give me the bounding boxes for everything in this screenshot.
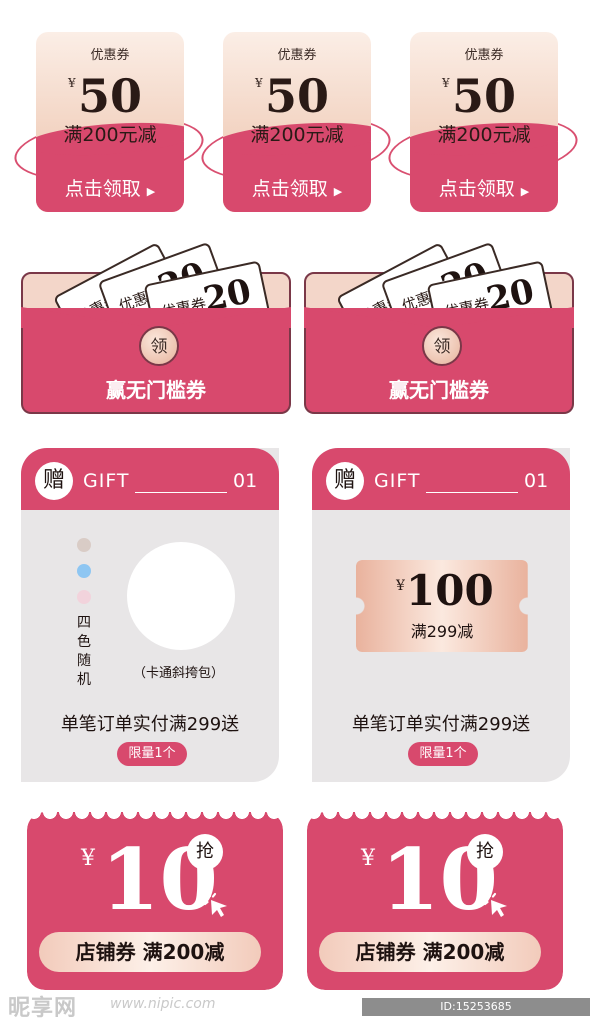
coupon-card-3[interactable]: 优惠券 ¥ 50 满200元减 点击领取 ▶	[385, 32, 581, 212]
product-caption: （卡通斜挎包）	[133, 666, 225, 681]
cursor-click-icon	[481, 890, 507, 917]
store-coupon-text: 店铺券 满200减	[319, 932, 541, 972]
coupon-label: 优惠券	[277, 48, 317, 63]
cursor-click-icon	[201, 890, 227, 917]
play-arrow-icon: ▶	[146, 185, 156, 198]
coupon-condition: 满200元减	[63, 124, 157, 146]
play-arrow-icon: ▶	[333, 185, 343, 198]
coupon-label: 优惠券	[464, 48, 504, 63]
coupon-amount: 50	[265, 69, 330, 123]
mini-coupon-amount: 100	[406, 566, 494, 615]
product-image-placeholder	[127, 542, 235, 650]
claim-button-label: 点击领取	[64, 178, 141, 200]
currency-symbol: ¥	[255, 76, 263, 90]
store-coupon-text: 店铺券 满200减	[39, 932, 261, 972]
grab-button[interactable]: 抢	[467, 834, 503, 870]
claim-button[interactable]: 点击领取 ▶	[36, 174, 184, 201]
coupon-condition: 满200元减	[437, 124, 531, 146]
coupon-card-2[interactable]: 优惠券 ¥ 50 满200元减 点击领取 ▶	[198, 32, 394, 212]
coupon-condition: 满200元减	[250, 124, 344, 146]
claim-seal[interactable]: 领	[139, 326, 179, 366]
gift-offer-text: 单笔订单实付满299送	[351, 714, 531, 735]
gift-badge: 赠	[35, 462, 73, 500]
claim-seal[interactable]: 领	[422, 326, 462, 366]
watermark-site: www.nipic.com	[110, 996, 216, 1012]
gift-card-1[interactable]: 赠 GIFT 01 四 色 随 机 （卡通斜挎包） 单笔订单实付满299送 限量…	[21, 448, 279, 782]
store-coupon-2[interactable]: ¥ 10 抢 店铺券 满200减	[307, 812, 563, 990]
grab-button[interactable]: 抢	[187, 834, 223, 870]
gift-offer-text: 单笔订单实付满299送	[60, 714, 240, 735]
gift-number: 01	[524, 470, 549, 492]
header-divider	[135, 492, 227, 493]
play-arrow-icon: ▶	[520, 185, 530, 198]
claim-button-label: 点击领取	[438, 178, 515, 200]
claim-button[interactable]: 点击领取 ▶	[410, 174, 558, 201]
watermark-id: ID:15253685 NO:20230427153425703105	[362, 998, 590, 1031]
mini-coupon: ¥ 100 满299减	[356, 560, 528, 652]
gift-number: 01	[233, 470, 258, 492]
watermark-bar: 昵享网 www.nipic.com ID:15253685 NO:2023042…	[0, 990, 597, 1031]
envelope-coupon-2[interactable]: 优惠券 20 优惠券 20 优惠券 20 领 赢无门槛券	[304, 241, 574, 414]
currency-symbol: ¥	[68, 76, 76, 90]
variant-text: 四 色 随 机	[77, 615, 91, 688]
coupon-label: 优惠券	[90, 48, 130, 63]
limit-badge: 限量1个	[117, 742, 187, 766]
currency-symbol: ¥	[361, 846, 375, 871]
coupon-card-1[interactable]: 优惠券 ¥ 50 满200元减 点击领取 ▶	[11, 32, 207, 212]
envelope-coupon-1[interactable]: 优惠券 20 优惠券 20 优惠券 20 领 赢无门槛券	[21, 241, 291, 414]
gift-card-2[interactable]: 赠 GIFT 01 ¥ 100 满299减 单笔订单实付满299送 限量1个	[312, 448, 570, 782]
gift-badge: 赠	[326, 462, 364, 500]
currency-symbol: ¥	[81, 846, 95, 871]
color-swatch-3	[77, 590, 91, 604]
coupon-amount: 50	[452, 69, 517, 123]
color-swatch-2	[77, 564, 91, 578]
store-coupon-1[interactable]: ¥ 10 抢 店铺券 满200减	[27, 812, 283, 990]
gift-label: GIFT	[374, 470, 421, 492]
envelope-title: 赢无门槛券	[106, 378, 206, 402]
mini-coupon-condition: 满299减	[410, 622, 474, 641]
currency-symbol: ¥	[442, 76, 450, 90]
currency-symbol: ¥	[396, 578, 405, 594]
claim-button-label: 点击领取	[251, 178, 328, 200]
header-divider	[426, 492, 518, 493]
coupon-amount: 50	[78, 69, 143, 123]
color-swatch-1	[77, 538, 91, 552]
limit-badge: 限量1个	[408, 742, 478, 766]
watermark-logo: 昵享网	[8, 996, 78, 1021]
claim-button[interactable]: 点击领取 ▶	[223, 174, 371, 201]
gift-label: GIFT	[83, 470, 130, 492]
envelope-title: 赢无门槛券	[389, 378, 489, 402]
